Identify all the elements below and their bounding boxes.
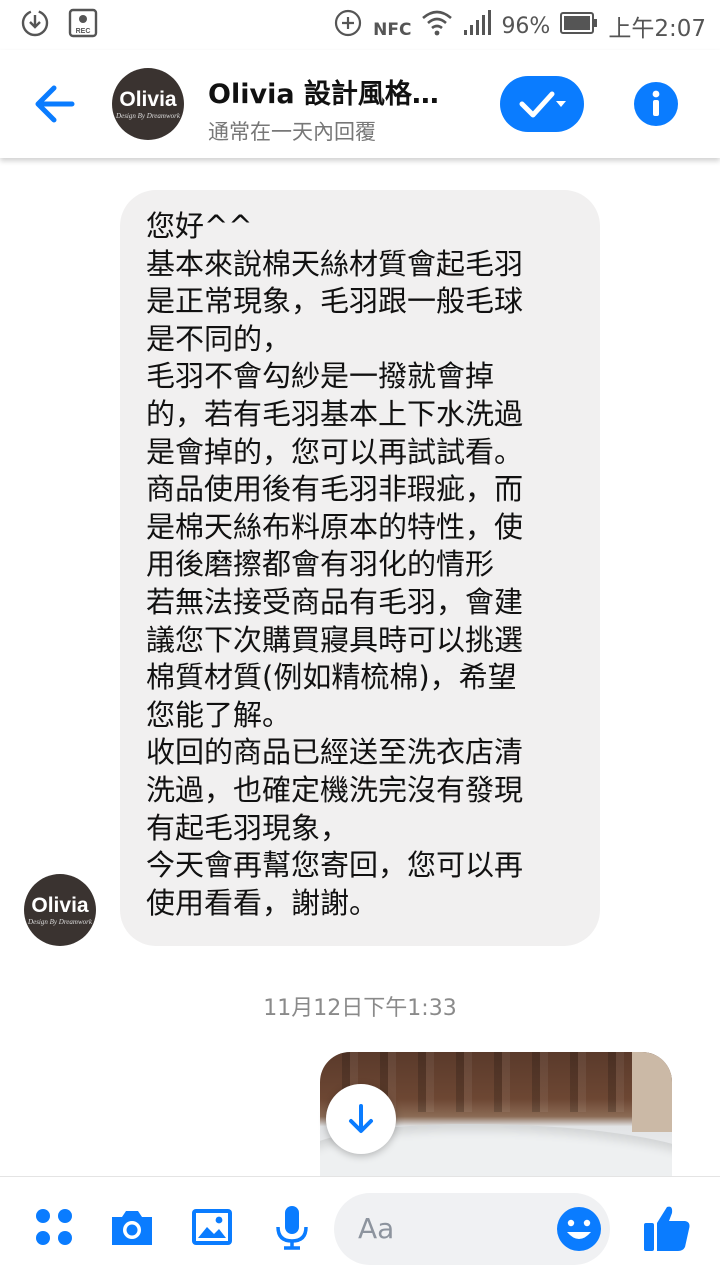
avatar-name: Olivia [119, 87, 177, 111]
check-dropdown-icon [519, 91, 566, 118]
message-line: 有起毛羽現象， [146, 810, 350, 845]
message-line: 是會掉的，您可以再試試看。 [146, 434, 524, 469]
emoji-button[interactable] [554, 1204, 604, 1254]
conversation-subtitle: 通常在一天內回覆 [208, 120, 376, 144]
gallery-button[interactable] [188, 1203, 236, 1251]
info-icon [652, 90, 660, 116]
message-line: 基本來說棉天絲材質會起毛羽 [146, 246, 524, 281]
message-line: 是棉天絲布料原本的特性，使 [146, 509, 524, 544]
rec-label: REC [76, 28, 91, 35]
message-line: 是不同的， [146, 321, 292, 356]
wifi-icon [421, 9, 453, 43]
add-circle-icon [333, 8, 363, 44]
thumbs-up-icon [644, 1206, 690, 1251]
message-line: 收回的商品已經送至洗衣店清 [146, 735, 524, 770]
conversation-title[interactable]: Olivia 設計風格… [208, 72, 439, 111]
message-bubble[interactable]: 您好^^ 基本來說棉天絲材質會起毛羽 是正常現象，毛羽跟一般毛球 是不同的， 毛… [120, 190, 600, 946]
conversation-header: Olivia Design By Dreamwork Olivia 設計風格… … [0, 50, 720, 158]
message-line: 棉質材質(例如精梳棉)，希望 [146, 660, 517, 695]
screen-record-icon: REC [68, 8, 98, 42]
back-arrow-icon [35, 85, 75, 123]
message-timestamp: 11月12日下午1:33 [263, 996, 457, 1021]
signal-icon [463, 10, 492, 42]
nfc-icon: NFC [373, 20, 411, 40]
avatar-tagline: Design By Dreamwork [28, 917, 92, 926]
status-left: REC [20, 8, 98, 42]
battery-icon [560, 11, 598, 41]
voice-button[interactable] [268, 1203, 316, 1251]
arrow-down-icon [349, 1104, 373, 1133]
message-line: 用後磨擦都會有羽化的情形 [146, 547, 495, 582]
wall [632, 1052, 672, 1132]
message-line: 您能了解。 [146, 697, 292, 732]
message-line: 是正常現象，毛羽跟一般毛球 [146, 284, 524, 319]
sender-avatar[interactable]: Olivia Design By Dreamwork [24, 874, 96, 946]
more-apps-button[interactable] [30, 1203, 78, 1251]
message-line: 議您下次購買寢具時可以挑選 [146, 622, 524, 657]
download-icon [20, 8, 50, 42]
message-line: 使用看看，謝謝。 [146, 885, 379, 920]
avatar-tagline: Design By Dreamwork [116, 111, 180, 120]
info-button[interactable] [634, 82, 678, 126]
message-line: 洗過，也確定機洗完沒有發現 [146, 772, 524, 807]
avatar-name: Olivia [31, 893, 89, 917]
gallery-icon [192, 1209, 232, 1245]
message-line: 今天會再幫您寄回，您可以再 [146, 848, 524, 883]
message-line: 的，若有毛羽基本上下水洗過 [146, 396, 524, 431]
back-button[interactable] [28, 78, 84, 130]
emoji-icon [557, 1207, 601, 1251]
camera-button[interactable] [108, 1203, 156, 1251]
message-composer: Aa [0, 1176, 720, 1281]
header-avatar[interactable]: Olivia Design By Dreamwork [112, 68, 184, 140]
like-button[interactable] [640, 1201, 694, 1255]
message-line: 毛羽不會勾紗是一撥就會掉 [146, 359, 495, 394]
nfc-label: NFC [373, 20, 412, 40]
more-apps-icon [36, 1209, 72, 1245]
message-input[interactable]: Aa [334, 1193, 610, 1265]
scroll-to-bottom-button[interactable] [326, 1084, 396, 1154]
status-bar: REC NFC 96% 上午2:07 [0, 0, 720, 50]
camera-icon [112, 1211, 152, 1245]
message-line: 您好^^ [146, 209, 253, 243]
mark-read-button[interactable] [500, 76, 584, 132]
status-right: NFC 96% 上午2:07 [333, 8, 706, 44]
status-time: 上午2:07 [608, 16, 706, 42]
microphone-icon [276, 1206, 308, 1250]
message-line: 若無法接受商品有毛羽，會建 [146, 584, 524, 619]
message-line: 商品使用後有毛羽非瑕疵，而 [146, 472, 524, 507]
battery-percent: 96% [501, 13, 551, 39]
message-placeholder: Aa [358, 1212, 395, 1245]
